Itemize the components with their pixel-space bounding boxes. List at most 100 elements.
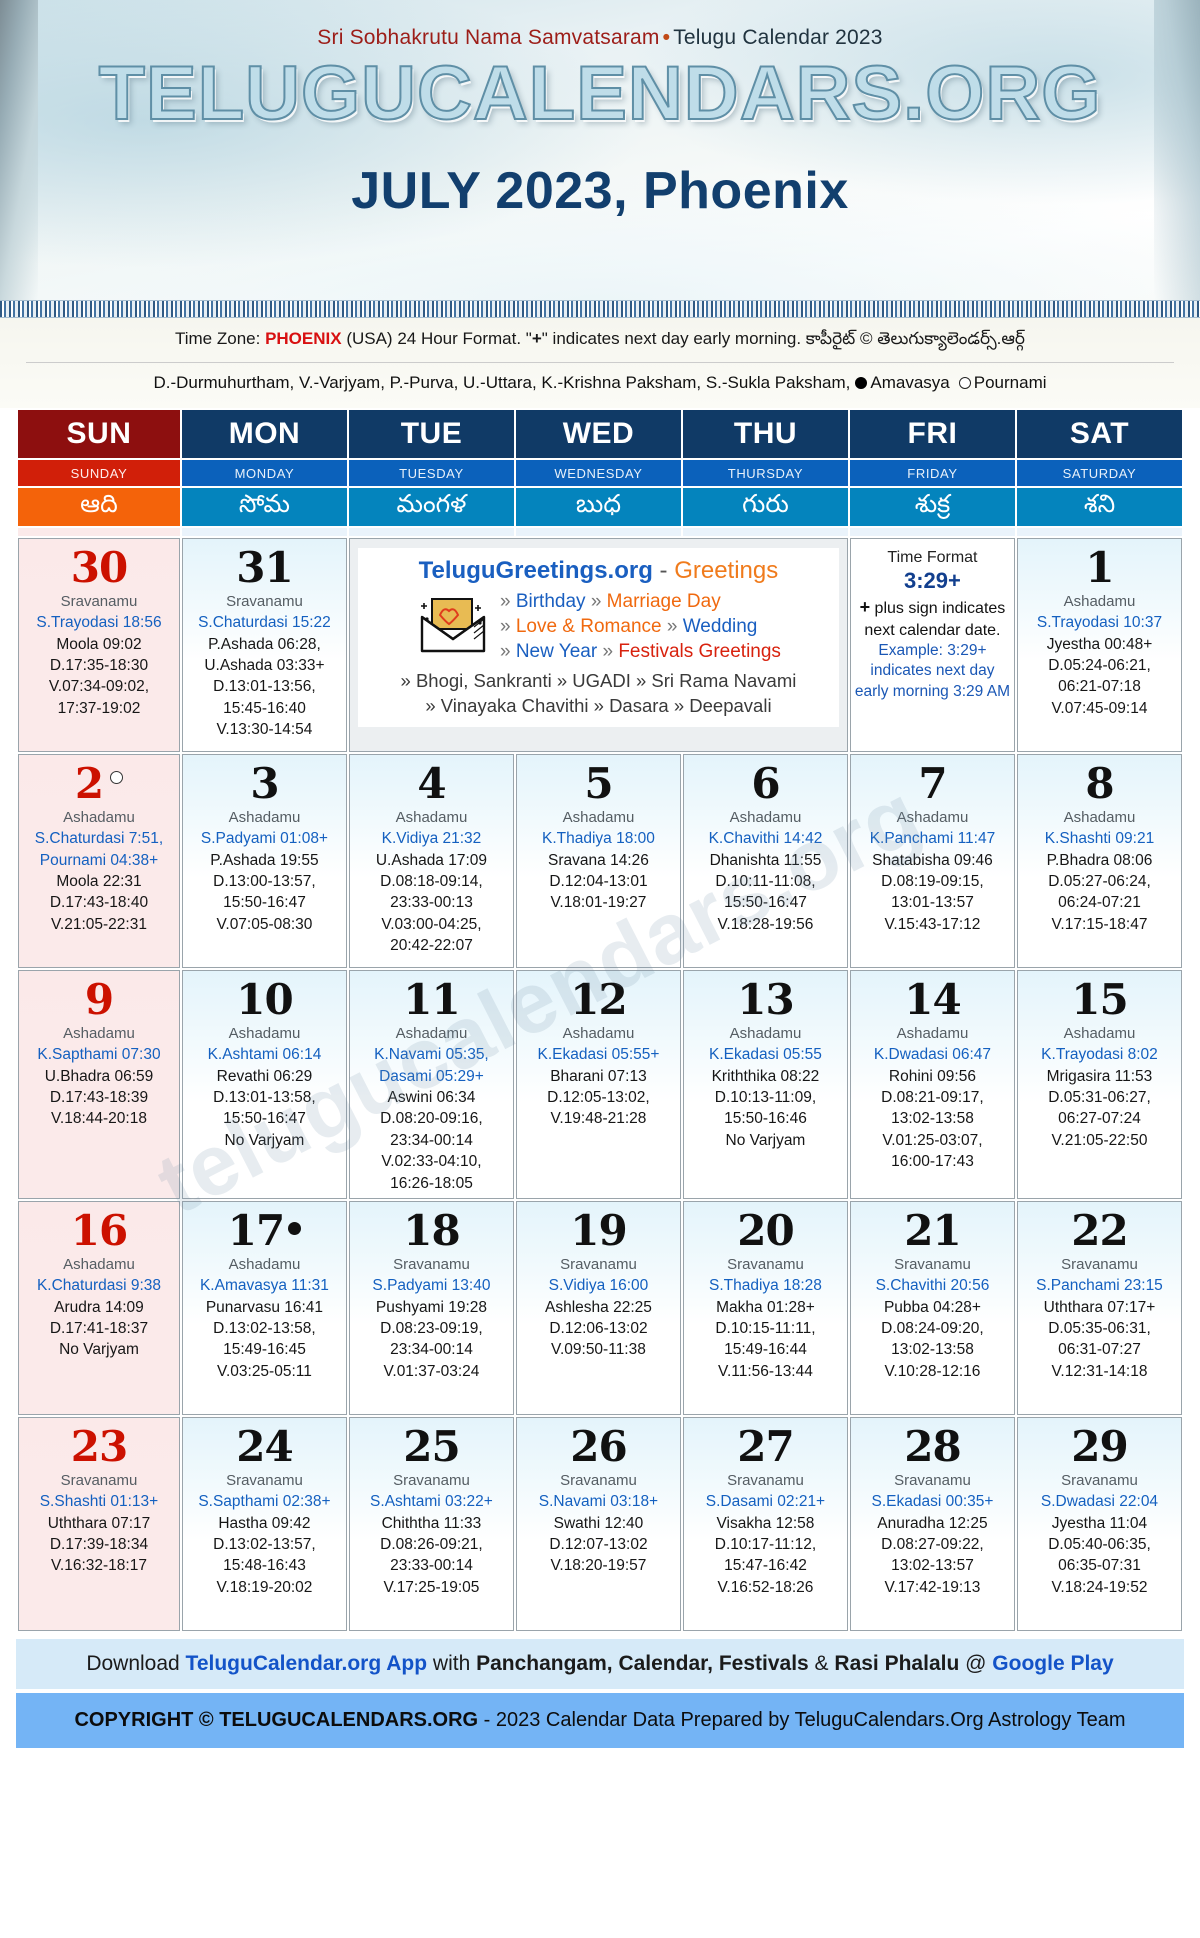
panchangam-line: P.Ashada 19:55 bbox=[210, 851, 319, 869]
day-number: 17 bbox=[183, 1202, 346, 1253]
tithi-line: K.Thadiya 18:00 bbox=[542, 830, 655, 848]
panchangam-line: V.18:44-20:18 bbox=[50, 1110, 147, 1128]
calendar-day-cell[interactable]: 8 Ashadamu K.Shashti 09:21 P.Bhadra 08:06 D.… bbox=[1016, 754, 1182, 968]
panchangam-line: D.05:24-06:21, bbox=[1048, 657, 1151, 675]
panchangam-line: 16:26-18:05 bbox=[390, 1174, 473, 1192]
calendar-day-cell[interactable]: 27 Sravanamu S.Dasami 02:21+ Visakha 12:58 D… bbox=[682, 1416, 848, 1631]
panchangam-line: V.18:28-19:56 bbox=[717, 915, 814, 933]
day-number: 24 bbox=[236, 1421, 293, 1471]
calendar-day-cell[interactable]: 4 Ashadamu K.Vidiya 21:32 U.Ashada 17:09 D.0… bbox=[348, 754, 514, 968]
tithi-block: S.Chaturdasi 7:51, Pournami 04:38+ bbox=[19, 828, 179, 871]
masa-name: Ashadamu bbox=[228, 809, 301, 827]
calendar-day-cell[interactable]: 30 Sravanamu S.Trayodasi 18:56 Moola 09:02 D… bbox=[18, 538, 180, 752]
calendar-day-cell[interactable]: 20 Sravanamu S.Thadiya 18:28 Makha 01:28+ D.… bbox=[682, 1200, 848, 1415]
panchangam-line: D.12:06-13:02 bbox=[549, 1320, 648, 1338]
calendar-body: 30 Sravanamu S.Trayodasi 18:56 Moola 09:02 D… bbox=[18, 538, 1182, 1631]
panchangam-line: V.18:01-19:27 bbox=[550, 894, 647, 912]
calendar-day-cell[interactable]: 25 Sravanamu S.Ashtami 03:22+ Chiththa 11:3… bbox=[348, 1416, 514, 1631]
calendar-day-cell[interactable]: 16 Ashadamu K.Chaturdasi 9:38 Arudra 14:09 D… bbox=[18, 1200, 180, 1415]
pournami-marker-icon bbox=[110, 771, 124, 784]
tithi-line: S.Thadiya 18:28 bbox=[709, 1277, 822, 1295]
masa-name: Ashadamu bbox=[729, 1025, 802, 1043]
calendar-day-cell[interactable]: 14 Ashadamu K.Dwadasi 06:47 Rohini 09:56 D.0… bbox=[849, 970, 1015, 1199]
panchangam-line: D.08:19-09:15, bbox=[881, 873, 984, 891]
calendar-day-cell[interactable]: 24 Sravanamu S.Sapthami 02:38+ Hastha 09:42… bbox=[181, 1416, 347, 1631]
tithi-block: S.Shashti 01:13+ bbox=[19, 1491, 179, 1512]
calendar-day-cell[interactable]: 1 Ashadamu S.Trayodasi 10:37 Jyestha 00:48+… bbox=[1016, 538, 1182, 752]
calendar-day-cell[interactable]: 26 Sravanamu S.Navami 03:18+ Swathi 12:40 D.… bbox=[515, 1416, 681, 1631]
calendar-day-cell[interactable]: 22 Sravanamu S.Panchami 23:15 Uththara 07:1… bbox=[1016, 1200, 1182, 1415]
download-bar[interactable]: Download TeluguCalendar.org App with Pan… bbox=[16, 1638, 1184, 1689]
day-number: 4 bbox=[417, 759, 446, 808]
weekday-telugu-fri: శుక్ర bbox=[849, 488, 1015, 526]
calendar-page: Sri Sobhakrutu Nama Samvatsaram • Telugu C… bbox=[0, 0, 1200, 1766]
calendar-day-cell[interactable]: 31 Sravanamu S.Chaturdasi 15:22 P.Ashada 06… bbox=[181, 538, 347, 752]
tithi-block: S.Panchami 23:15 bbox=[1018, 1275, 1181, 1296]
weekday-long-thu: THURSDAY bbox=[682, 460, 848, 486]
panchangam-line: Moola 22:31 bbox=[56, 873, 142, 891]
panchangam-line: No Varjyam bbox=[725, 1131, 806, 1149]
panchangam-line: 06:27-07:24 bbox=[1058, 1110, 1141, 1128]
day-number: 3 bbox=[250, 759, 279, 808]
calendar-day-cell[interactable]: 3 Ashadamu S.Padyami 01:08+ P.Ashada 19:55 D… bbox=[181, 754, 347, 968]
calendar-day-cell[interactable]: 28 Sravanamu S.Ekadasi 00:35+ Anuradha 12:2… bbox=[849, 1416, 1015, 1631]
weekday-long-wed: WEDNESDAY bbox=[515, 460, 681, 486]
weekday-header-fri: FRI bbox=[849, 410, 1015, 458]
calendar-day-cell[interactable]: 23 Sravanamu S.Shashti 01:13+ Uththara 07:1… bbox=[18, 1416, 180, 1631]
tithi-block: S.Ekadasi 00:35+ bbox=[851, 1491, 1014, 1512]
legend-amavasya-label: Amavasya bbox=[870, 373, 950, 392]
tithi-block: K.Navami 05:35, Dasami 05:29+ bbox=[350, 1044, 513, 1087]
calendar-day-cell[interactable]: 5 Ashadamu K.Thadiya 18:00 Sravana 14:26 D.1… bbox=[515, 754, 681, 968]
calendar-day-cell[interactable]: 11 Ashadamu K.Navami 05:35, Dasami 05:29+ As… bbox=[348, 970, 514, 1199]
weekday-telugu-row: ఆది సోమ మంగళ బుధ గురు శుక్ర శని bbox=[18, 488, 1182, 526]
tithi-line: S.Padyami 01:08+ bbox=[200, 830, 328, 848]
greetings-line-2: » Love & Romance » Wedding bbox=[499, 616, 758, 638]
tithi-line: K.Amavasya 11:31 bbox=[199, 1277, 329, 1295]
day-number: 29 bbox=[1071, 1421, 1128, 1471]
greetings-promo-cell[interactable]: TeluguGreetings.org - Greetings » Birthda… bbox=[348, 538, 848, 752]
panchangam-line: D.13:02-13:58, bbox=[213, 1320, 316, 1338]
google-play-link[interactable]: Google Play bbox=[992, 1652, 1113, 1675]
day-number: 1 bbox=[1085, 543, 1114, 592]
calendar-day-cell[interactable]: 7 Ashadamu K.Panchami 11:47 Shatabisha 09:4… bbox=[849, 754, 1015, 968]
panchangam-line: D.12:05-13:02, bbox=[547, 1089, 650, 1107]
calendar-day-cell[interactable]: 21 Sravanamu S.Chavithi 20:56 Pubba 04:28+ D… bbox=[849, 1200, 1015, 1415]
masa-name: Ashadamu bbox=[63, 1256, 135, 1274]
calendar-week-row: 9 Ashadamu K.Sapthami 07:30 U.Bhadra 06:59 D… bbox=[18, 970, 1182, 1199]
calendar-year-label: Telugu Calendar 2023 bbox=[673, 26, 883, 49]
weekday-long-fri: FRIDAY bbox=[849, 460, 1015, 486]
panchangam-details: Hastha 09:42 D.13:02-13:57, 15:48-16:43 V.1… bbox=[183, 1513, 346, 1603]
masa-name: Ashadamu bbox=[896, 1025, 969, 1043]
day-number: 19 bbox=[570, 1205, 627, 1255]
tithi-line: K.Ekadasi 05:55 bbox=[709, 1046, 822, 1064]
calendar-day-cell[interactable]: 29 Sravanamu S.Dwadasi 22:04 Jyestha 11:04 D… bbox=[1016, 1416, 1182, 1631]
greetings-festivals-line-2: » Vinayaka Chavithi » Dasara » Deepavali bbox=[425, 695, 772, 717]
panchangam-details: Shatabisha 09:46 D.08:19-09:15, 13:01-13:5… bbox=[851, 850, 1014, 940]
download-app-link[interactable]: TeluguCalendar.org App bbox=[186, 1652, 428, 1675]
panchangam-line: V.16:52-18:26 bbox=[717, 1578, 814, 1596]
calendar-day-cell[interactable]: 2 Ashadamu S.Chaturdasi 7:51, Pournami 04:3… bbox=[18, 754, 180, 968]
panchangam-details: Makha 01:28+ D.10:15-11:11, 15:49-16:44 V.1… bbox=[684, 1297, 847, 1387]
calendar-week-row: 23 Sravanamu S.Shashti 01:13+ Uththara 07:1… bbox=[18, 1416, 1182, 1631]
calendar-day-cell[interactable]: 12 Ashadamu K.Ekadasi 05:55+ Bharani 07:13 D… bbox=[515, 970, 681, 1199]
panchangam-line: Bharani 07:13 bbox=[550, 1067, 647, 1085]
panchangam-line: Arudra 14:09 bbox=[54, 1298, 144, 1316]
tithi-line: Dasami 05:29+ bbox=[379, 1067, 484, 1085]
calendar-day-cell[interactable]: 13 Ashadamu K.Ekadasi 05:55 Kriththika 08:2… bbox=[682, 970, 848, 1199]
masa-name: Sravanamu bbox=[1061, 1256, 1138, 1274]
calendar-day-cell[interactable]: 17 Ashadamu K.Amavasya 11:31 Punarvasu 16:4… bbox=[181, 1200, 347, 1415]
panchangam-details: Anuradha 12:25 D.08:27-09:22, 13:02-13:57 V… bbox=[851, 1513, 1014, 1603]
tithi-line: S.Navami 03:18+ bbox=[538, 1493, 659, 1511]
calendar-day-cell[interactable]: 19 Sravanamu S.Vidiya 16:00 Ashlesha 22:25 D… bbox=[515, 1200, 681, 1415]
calendar-day-cell[interactable]: 18 Sravanamu S.Padyami 13:40 Pushyami 19:28… bbox=[348, 1200, 514, 1415]
panchangam-line: D.12:04-13:01 bbox=[549, 873, 648, 891]
panchangam-line: V.07:34-09:02, bbox=[48, 678, 150, 696]
calendar-day-cell[interactable]: 9 Ashadamu K.Sapthami 07:30 U.Bhadra 06:59 D… bbox=[18, 970, 180, 1199]
calendar-day-cell[interactable]: 15 Ashadamu K.Trayodasi 8:02 Mrigasira 11:5… bbox=[1016, 970, 1182, 1199]
tithi-block: S.Padyami 13:40 bbox=[350, 1275, 513, 1296]
calendar-day-cell[interactable]: 6 Ashadamu K.Chavithi 14:42 Dhanishta 11:55… bbox=[682, 754, 848, 968]
panchangam-line: D.17:39-18:34 bbox=[49, 1536, 149, 1554]
day-number: 31 bbox=[236, 543, 293, 592]
calendar-day-cell[interactable]: 10 Ashadamu K.Ashtami 06:14 Revathi 06:29 D.… bbox=[181, 970, 347, 1199]
tithi-line: K.Vidiya 21:32 bbox=[381, 830, 482, 848]
